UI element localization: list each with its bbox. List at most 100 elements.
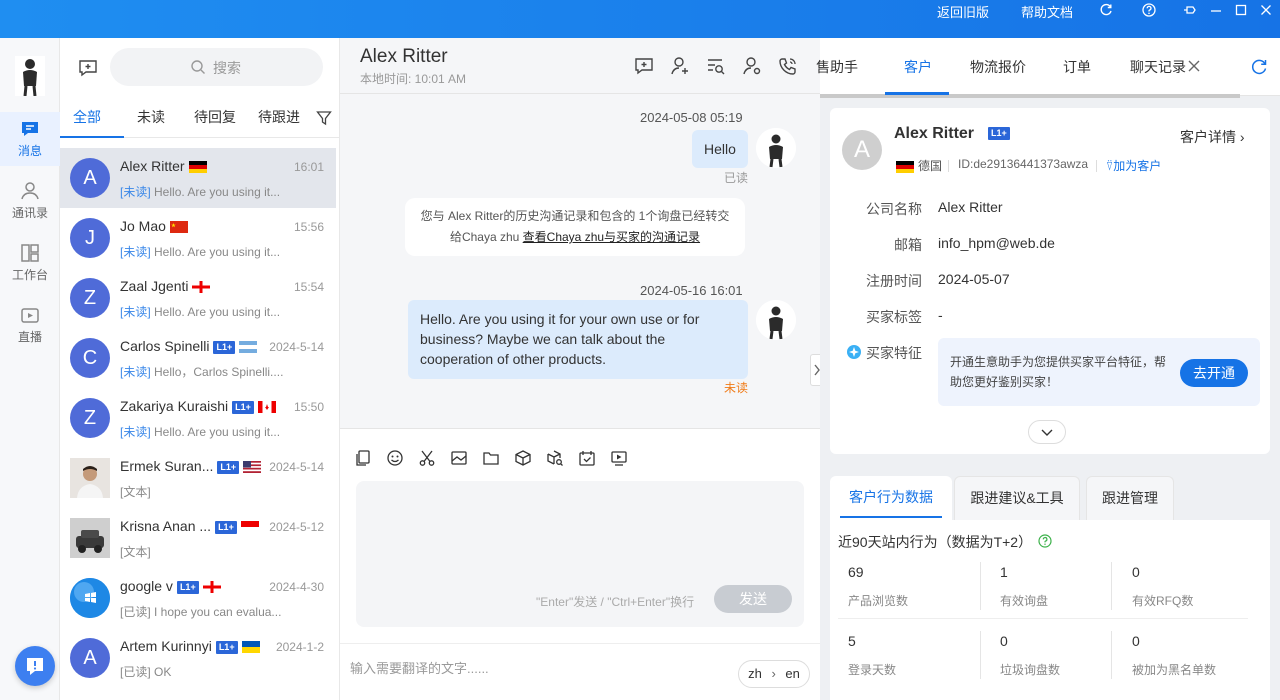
- close-icon[interactable]: [1257, 3, 1275, 21]
- tab-follow-up[interactable]: 待跟进: [258, 107, 300, 127]
- send-button[interactable]: 发送: [714, 585, 792, 613]
- new-message-icon[interactable]: [634, 56, 654, 76]
- support-chat-button[interactable]: [15, 646, 55, 686]
- tabs-scrollbar[interactable]: [820, 94, 1240, 98]
- history-link[interactable]: 查看Chaya zhu与买家的沟通记录: [523, 230, 700, 244]
- customer-panel: 售助手 客户 物流报价 订单 聊天记录 A Alex Ritter L1+ 客户详…: [816, 38, 1280, 700]
- sender-avatar: [756, 300, 796, 340]
- copy-icon[interactable]: [354, 449, 372, 467]
- search-history-icon[interactable]: [706, 56, 726, 76]
- search-input[interactable]: 搜索: [110, 48, 323, 86]
- screenshot-icon[interactable]: [418, 449, 436, 467]
- filter-icon[interactable]: [316, 110, 332, 126]
- lang-from: zh: [748, 666, 762, 681]
- customer-detail-link[interactable]: 客户详情 ›: [1180, 127, 1245, 147]
- my-avatar[interactable]: [15, 56, 45, 97]
- language-switch[interactable]: zh › en: [738, 660, 810, 688]
- conversation-item[interactable]: C Carlos Spinelli L1+ 2024-5-14 [未读] Hell…: [60, 328, 336, 388]
- conversation-item[interactable]: A Alex Ritter 16:01 [未读] Hello. Are you …: [60, 148, 336, 208]
- preview-text: Hello. Are you using it...: [154, 305, 281, 319]
- conversation-time: 15:56: [293, 220, 324, 234]
- tab-underline: [60, 136, 124, 138]
- maximize-icon[interactable]: [1232, 3, 1250, 21]
- contact-name: Carlos Spinelli: [120, 338, 210, 354]
- video-icon[interactable]: [610, 449, 628, 467]
- avatar: Z: [70, 398, 110, 438]
- tab-customer[interactable]: 客户: [904, 57, 932, 77]
- contact-settings-icon[interactable]: [742, 56, 762, 76]
- avatar: A: [70, 158, 110, 198]
- stats-title: 近90天站内行为（数据为T+2）: [838, 534, 1033, 550]
- product-search-icon[interactable]: [546, 449, 564, 467]
- schedule-icon[interactable]: [578, 449, 596, 467]
- conversation-name: google v L1+: [120, 578, 221, 594]
- divider: [980, 562, 981, 610]
- system-note-line1: 您与 Alex Ritter的历史沟通记录和包含的 1个询盘已经转交: [420, 209, 730, 223]
- tab-all[interactable]: 全部: [73, 107, 101, 127]
- conversation-item[interactable]: J Jo Mao 15:56 [未读] Hello. Are you using…: [60, 208, 336, 268]
- emoji-icon[interactable]: [386, 449, 404, 467]
- rail-item-contacts[interactable]: 通讯录: [0, 174, 60, 228]
- conversation-name: Zaal Jgenti: [120, 278, 211, 294]
- image-icon[interactable]: [450, 449, 468, 467]
- chat-local-time: 本地时间: 10:01 AM: [360, 72, 467, 86]
- system-note-line2: 给Chaya zhu: [449, 230, 520, 244]
- rail-item-live[interactable]: 直播: [0, 298, 60, 352]
- stat-value: 69: [848, 564, 864, 580]
- message-timestamp: 2024-05-16 16:01: [640, 283, 743, 298]
- translate-input[interactable]: 输入需要翻译的文字......: [350, 658, 489, 677]
- behavior-stats: 近90天站内行为（数据为T+2） 69 产品浏览数 1 有效询盘 0 有效RFQ…: [830, 520, 1270, 700]
- conversation-time: 2024-5-14: [269, 340, 324, 354]
- tab-follow-suggestions[interactable]: 跟进建议&工具: [954, 476, 1080, 522]
- folder-icon[interactable]: [482, 449, 500, 467]
- rail-item-messages[interactable]: 消息: [0, 112, 60, 166]
- tab-unread[interactable]: 未读: [137, 107, 165, 127]
- rail-item-workbench[interactable]: 工作台: [0, 236, 60, 290]
- conversation-preview: [已读] OK: [120, 663, 320, 680]
- rail-label: 消息: [17, 144, 42, 158]
- tab-chat-history[interactable]: 聊天记录: [1130, 57, 1186, 77]
- activate-button[interactable]: 去开通: [1180, 359, 1248, 387]
- conversation-preview: [文本]: [120, 483, 320, 500]
- help-docs-button[interactable]: 帮助文档: [1021, 4, 1073, 22]
- conversation-item[interactable]: A Artem Kurinnyi L1+ 2024-1-2 [已读] OK: [60, 628, 336, 688]
- add-customer-text: 加为客户: [1113, 159, 1162, 173]
- refresh-icon[interactable]: [1097, 3, 1115, 21]
- tab-underline: [840, 516, 942, 518]
- tab-logistics-quote[interactable]: 物流报价: [970, 57, 1026, 77]
- product-icon[interactable]: [514, 449, 532, 467]
- conversation-item[interactable]: Krisna Anan ... L1+ 2024-5-12 [文本]: [60, 508, 336, 568]
- pin-icon[interactable]: [1181, 3, 1199, 21]
- level-badge: L1+: [176, 580, 199, 594]
- germany-flag-icon: [188, 161, 207, 174]
- tab-underline: [885, 92, 949, 95]
- tab-orders[interactable]: 订单: [1063, 57, 1091, 77]
- add-contact-icon[interactable]: [670, 56, 690, 76]
- message-bubble[interactable]: Hello. Are you using it for your own use…: [408, 300, 748, 379]
- back-old-version-button[interactable]: 返回旧版: [937, 4, 989, 22]
- conversation-item[interactable]: Ermek Suran... L1+ 2024-5-14 [文本]: [60, 448, 336, 508]
- add-customer-button[interactable]: ⍢加为客户: [1106, 157, 1161, 174]
- conversation-item[interactable]: Z Zaal Jgenti 15:54 [未读] Hello. Are you …: [60, 268, 336, 328]
- avatar: J: [70, 218, 110, 258]
- live-icon: [19, 304, 41, 326]
- help-icon[interactable]: [1140, 3, 1158, 21]
- refresh-icon[interactable]: [1250, 58, 1268, 76]
- unread-tag: [未读]: [120, 305, 151, 319]
- conversation-tabs: 全部 未读 待回复 待跟进: [60, 98, 339, 138]
- tab-sales-assistant[interactable]: 售助手: [816, 57, 858, 77]
- tab-follow-management[interactable]: 跟进管理: [1086, 476, 1174, 522]
- conversation-item[interactable]: google v L1+ 2024-4-30 [已读] I hope you ca…: [60, 568, 336, 628]
- minimize-icon[interactable]: [1207, 3, 1225, 21]
- conversation-preview: [未读] Hello. Are you using it...: [120, 423, 320, 440]
- close-tab-icon[interactable]: [1186, 58, 1202, 74]
- tab-pending-reply[interactable]: 待回复: [194, 107, 236, 127]
- conversation-item[interactable]: Z Zakariya Kuraishi L1+ 15:50 [未读] Hello.…: [60, 388, 336, 448]
- call-icon[interactable]: [778, 56, 798, 76]
- question-icon[interactable]: [1038, 534, 1052, 548]
- expand-button[interactable]: [1028, 420, 1066, 444]
- message-input[interactable]: "Enter"发送 / "Ctrl+Enter"换行 发送: [356, 481, 804, 627]
- contact-name: Artem Kurinnyi: [120, 638, 212, 654]
- new-chat-icon[interactable]: [78, 58, 98, 78]
- message-bubble[interactable]: Hello: [692, 130, 748, 168]
